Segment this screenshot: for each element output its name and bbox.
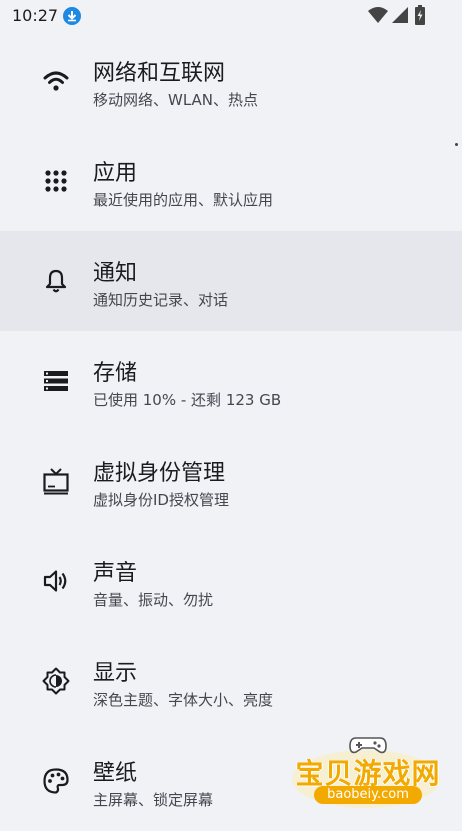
settings-item-title: 存储 (93, 361, 138, 386)
tv-icon (43, 468, 69, 495)
settings-item-subtitle: 移动网络、WLAN、热点 (93, 91, 259, 109)
volume-icon (43, 570, 67, 592)
settings-item-subtitle: 音量、振动、勿扰 (93, 591, 214, 609)
settings-item-title: 壁纸 (93, 761, 138, 786)
settings-item-sound[interactable]: 声音 音量、振动、勿扰 (0, 531, 462, 631)
battery-charging-icon (415, 5, 425, 25)
watermark-url: baobeiy.com (314, 786, 422, 804)
settings-item-subtitle: 已使用 10% - 还剩 123 GB (93, 391, 282, 409)
settings-item-title: 通知 (93, 261, 138, 286)
palette-icon (43, 768, 69, 794)
settings-item-title: 应用 (93, 161, 138, 186)
storage-icon (44, 371, 68, 391)
settings-item-title: 虚拟身份管理 (93, 461, 226, 486)
apps-grid-icon (45, 170, 67, 192)
settings-item-apps[interactable]: 应用 最近使用的应用、默认应用 (0, 131, 462, 231)
settings-item-subtitle: 主屏幕、锁定屏幕 (93, 791, 214, 809)
watermark: 宝贝游戏网 baobeiy.com (288, 732, 448, 808)
download-icon (63, 7, 81, 25)
settings-item-virtual-identity[interactable]: 虚拟身份管理 虚拟身份ID授权管理 (0, 431, 462, 531)
settings-item-subtitle: 通知历史记录、对话 (93, 291, 229, 309)
settings-item-subtitle: 深色主题、字体大小、亮度 (93, 691, 274, 709)
settings-item-network[interactable]: 网络和互联网 移动网络、WLAN、热点 (0, 31, 462, 131)
brightness-icon (42, 667, 70, 695)
settings-item-title: 网络和互联网 (93, 61, 226, 86)
settings-item-display[interactable]: 显示 深色主题、字体大小、亮度 (0, 631, 462, 731)
settings-item-subtitle: 最近使用的应用、默认应用 (93, 191, 274, 209)
bell-icon (45, 269, 67, 293)
status-time: 10:27 (12, 6, 59, 25)
wifi-icon (43, 71, 69, 91)
wifi-signal-icon (368, 7, 388, 23)
cell-signal-icon (392, 7, 408, 23)
settings-item-subtitle: 虚拟身份ID授权管理 (93, 491, 229, 509)
settings-item-storage[interactable]: 存储 已使用 10% - 还剩 123 GB (0, 331, 462, 431)
settings-item-title: 显示 (93, 661, 138, 686)
settings-item-notifications[interactable]: 通知 通知历史记录、对话 (0, 231, 462, 331)
settings-item-title: 声音 (93, 561, 138, 586)
status-bar: 10:27 (0, 0, 462, 32)
